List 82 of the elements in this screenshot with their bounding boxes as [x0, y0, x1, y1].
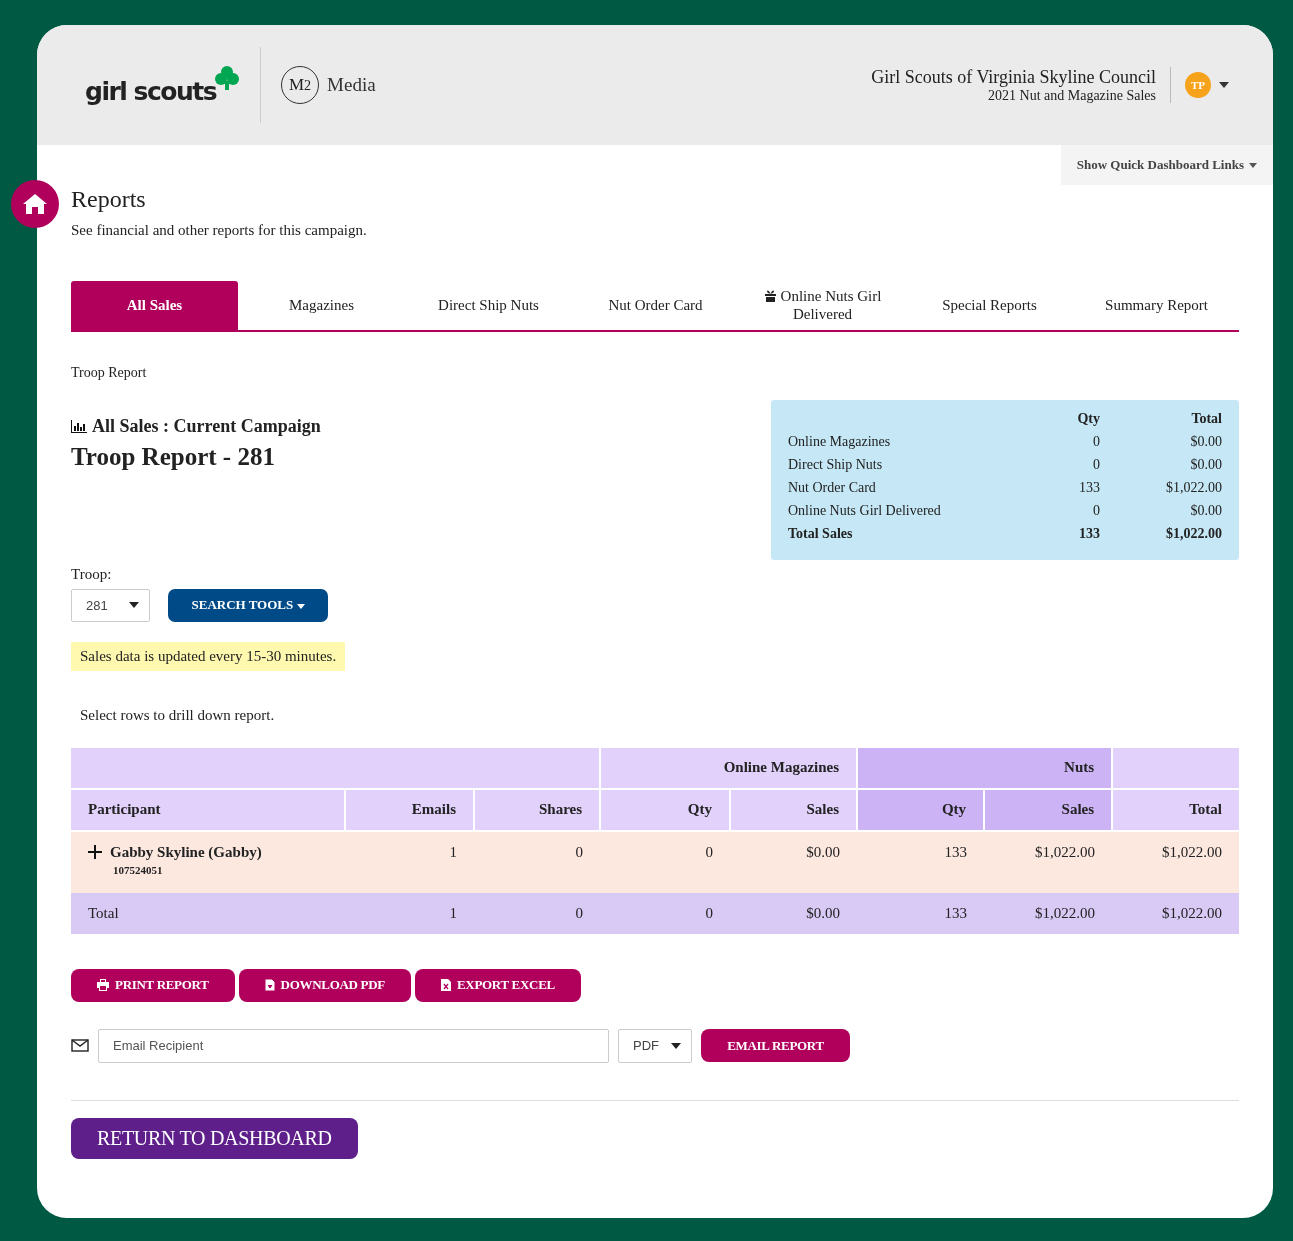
summary-total: $1,022.00 [1165, 526, 1222, 543]
quick-links-button[interactable]: Show Quick Dashboard Links [1060, 145, 1273, 185]
total-cell: 0 [600, 892, 731, 934]
logo-text: girl scouts [85, 76, 217, 106]
caret-icon [296, 604, 305, 610]
home-button[interactable] [11, 180, 59, 228]
column-header: Qty [857, 788, 985, 831]
total-cell: $0.00 [730, 892, 858, 934]
table-cell: 133 [857, 830, 985, 893]
table-cell: 0 [474, 830, 601, 893]
report-subtitle: All Sales : Current Campaign [92, 415, 321, 437]
total-cell: 0 [474, 892, 601, 934]
chart-icon [71, 419, 88, 433]
column-header: Qty [600, 788, 731, 831]
caret-icon [1249, 162, 1257, 168]
gift-icon [763, 289, 777, 302]
update-notice: Sales data is updated every 15-30 minutes. [71, 641, 346, 671]
summary-total: $0.00 [1189, 434, 1222, 451]
printer-icon [97, 979, 109, 992]
report-tab[interactable]: All Sales [71, 280, 238, 330]
table-cell: 0 [600, 830, 731, 893]
summary-qty: 0 [1092, 434, 1100, 451]
troop-label: Troop: [71, 565, 113, 583]
column-header: Sales [730, 788, 858, 831]
caret-icon [671, 1042, 681, 1049]
summary-qty: 0 [1092, 457, 1100, 474]
report-action-button[interactable]: DOWNLOAD PDF [238, 968, 411, 1002]
expand-icon[interactable] [88, 845, 102, 860]
email-report-button[interactable]: EMAIL REPORT [701, 1029, 850, 1063]
total-cell: 1 [345, 892, 474, 934]
report-action-button[interactable]: PRINT REPORT [71, 968, 235, 1002]
summary-label: Online Nuts Girl Delivered [788, 503, 942, 520]
envelope-icon [71, 1039, 89, 1053]
column-header: Sales [984, 788, 1113, 831]
summary-total: $0.00 [1189, 457, 1222, 474]
troop-select[interactable]: 281 [71, 588, 150, 622]
caret-icon [129, 602, 139, 609]
report-title: Troop Report - 281 [71, 442, 276, 471]
table-cell: $0.00 [730, 830, 858, 893]
total-cell: 133 [857, 892, 985, 934]
column-header: Shares [474, 788, 601, 831]
summary-label: Total Sales [788, 526, 854, 543]
summary-total: $1,022.00 [1165, 480, 1222, 497]
report-action-button[interactable]: EXPORT EXCEL [414, 968, 581, 1002]
total-label: Total [71, 892, 345, 934]
total-cell: $1,022.00 [984, 892, 1113, 934]
summary-qty: 133 [1078, 480, 1100, 497]
partner-name: Media [327, 74, 376, 96]
drill-down-hint: Select rows to drill down report. [79, 706, 276, 724]
column-header: Emails [345, 788, 474, 831]
summary-label: Direct Ship Nuts [788, 457, 884, 474]
breadcrumb: Troop Report [71, 364, 148, 381]
summary-label: Nut Order Card [788, 480, 877, 497]
home-icon [22, 192, 48, 216]
council-name: Girl Scouts of Virginia Skyline Council [871, 66, 1156, 88]
page-title: Reports [71, 185, 147, 214]
search-tools-button[interactable]: SEARCH TOOLS [168, 588, 328, 622]
group-header: Online Magazines [600, 747, 858, 789]
summary-label: Online Magazines [788, 434, 892, 451]
column-header: Total [1112, 788, 1239, 831]
column-header: Participant [71, 788, 345, 831]
spreadsheet-file-icon [440, 979, 451, 992]
email-recipient-field[interactable]: Email Recipient [98, 1028, 609, 1063]
participant-cell[interactable]: Gabby Skyline (Gabby) 107524051 [71, 830, 345, 893]
table-cell: $1,022.00 [984, 830, 1113, 893]
total-cell: $1,022.00 [1112, 892, 1239, 934]
group-header: Nuts [857, 747, 1113, 789]
page-subtitle: See financial and other reports for this campaign. [71, 221, 368, 239]
campaign-name: 2021 Nut and Magazine Sales [988, 87, 1156, 104]
file-icon [264, 979, 275, 992]
summary-heading: Total [1190, 411, 1222, 428]
table-cell: 1 [345, 830, 474, 893]
summary-total: $0.00 [1189, 503, 1222, 520]
return-button[interactable]: RETURN TO DASHBOARD [71, 1117, 358, 1159]
format-select[interactable]: PDF [618, 1028, 692, 1063]
table-cell: $1,022.00 [1112, 830, 1239, 893]
participant-id: 107524051 [113, 863, 164, 876]
caret-icon[interactable] [1219, 82, 1229, 88]
summary-heading: Qty [1076, 411, 1100, 428]
summary-qty: 0 [1092, 503, 1100, 520]
participant-name: Gabby Skyline (Gabby) [110, 843, 262, 861]
summary-qty: 133 [1078, 526, 1100, 543]
